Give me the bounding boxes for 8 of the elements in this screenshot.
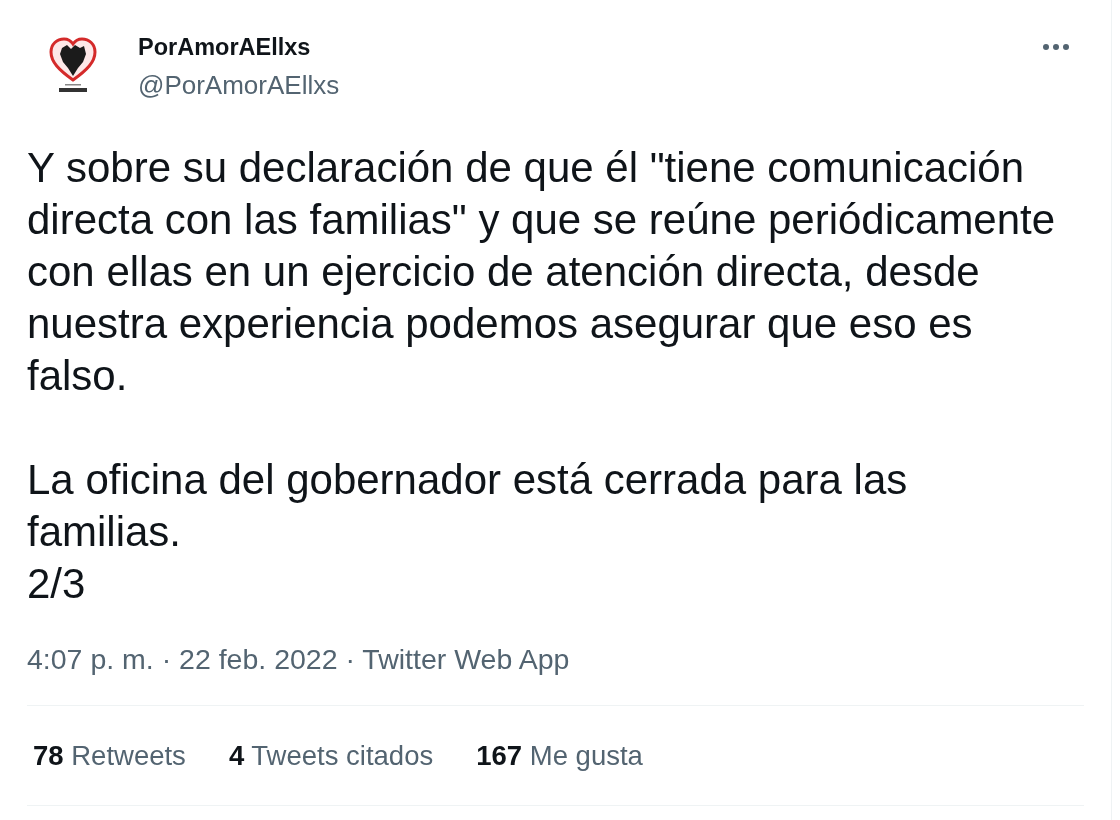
stat-link[interactable]: 4 Tweets citados <box>228 739 434 772</box>
tweet-text: Y sobre su declaración de que él "tiene comunicación directa con las familias" y que se reúne periódicamente con ellas en un ejercicio de atención directa, desde nuestra experiencia podemos asegurar que eso es falso. La oficina del gobernador está cerrada para las familias. 2/3 <box>27 143 1057 609</box>
more-icon <box>1043 44 1069 50</box>
stat-link[interactable]: 78 Retweets <box>33 739 186 772</box>
tweet-timestamp[interactable]: 4:07 p. m. · 22 feb. 2022 · Twitter Web App <box>27 643 570 675</box>
user-handle[interactable]: @PorAmorAEllxs <box>138 70 340 100</box>
display-name[interactable]: PorAmorAEllxs <box>138 32 340 62</box>
stat-link[interactable]: 167 Me gusta <box>476 739 643 772</box>
